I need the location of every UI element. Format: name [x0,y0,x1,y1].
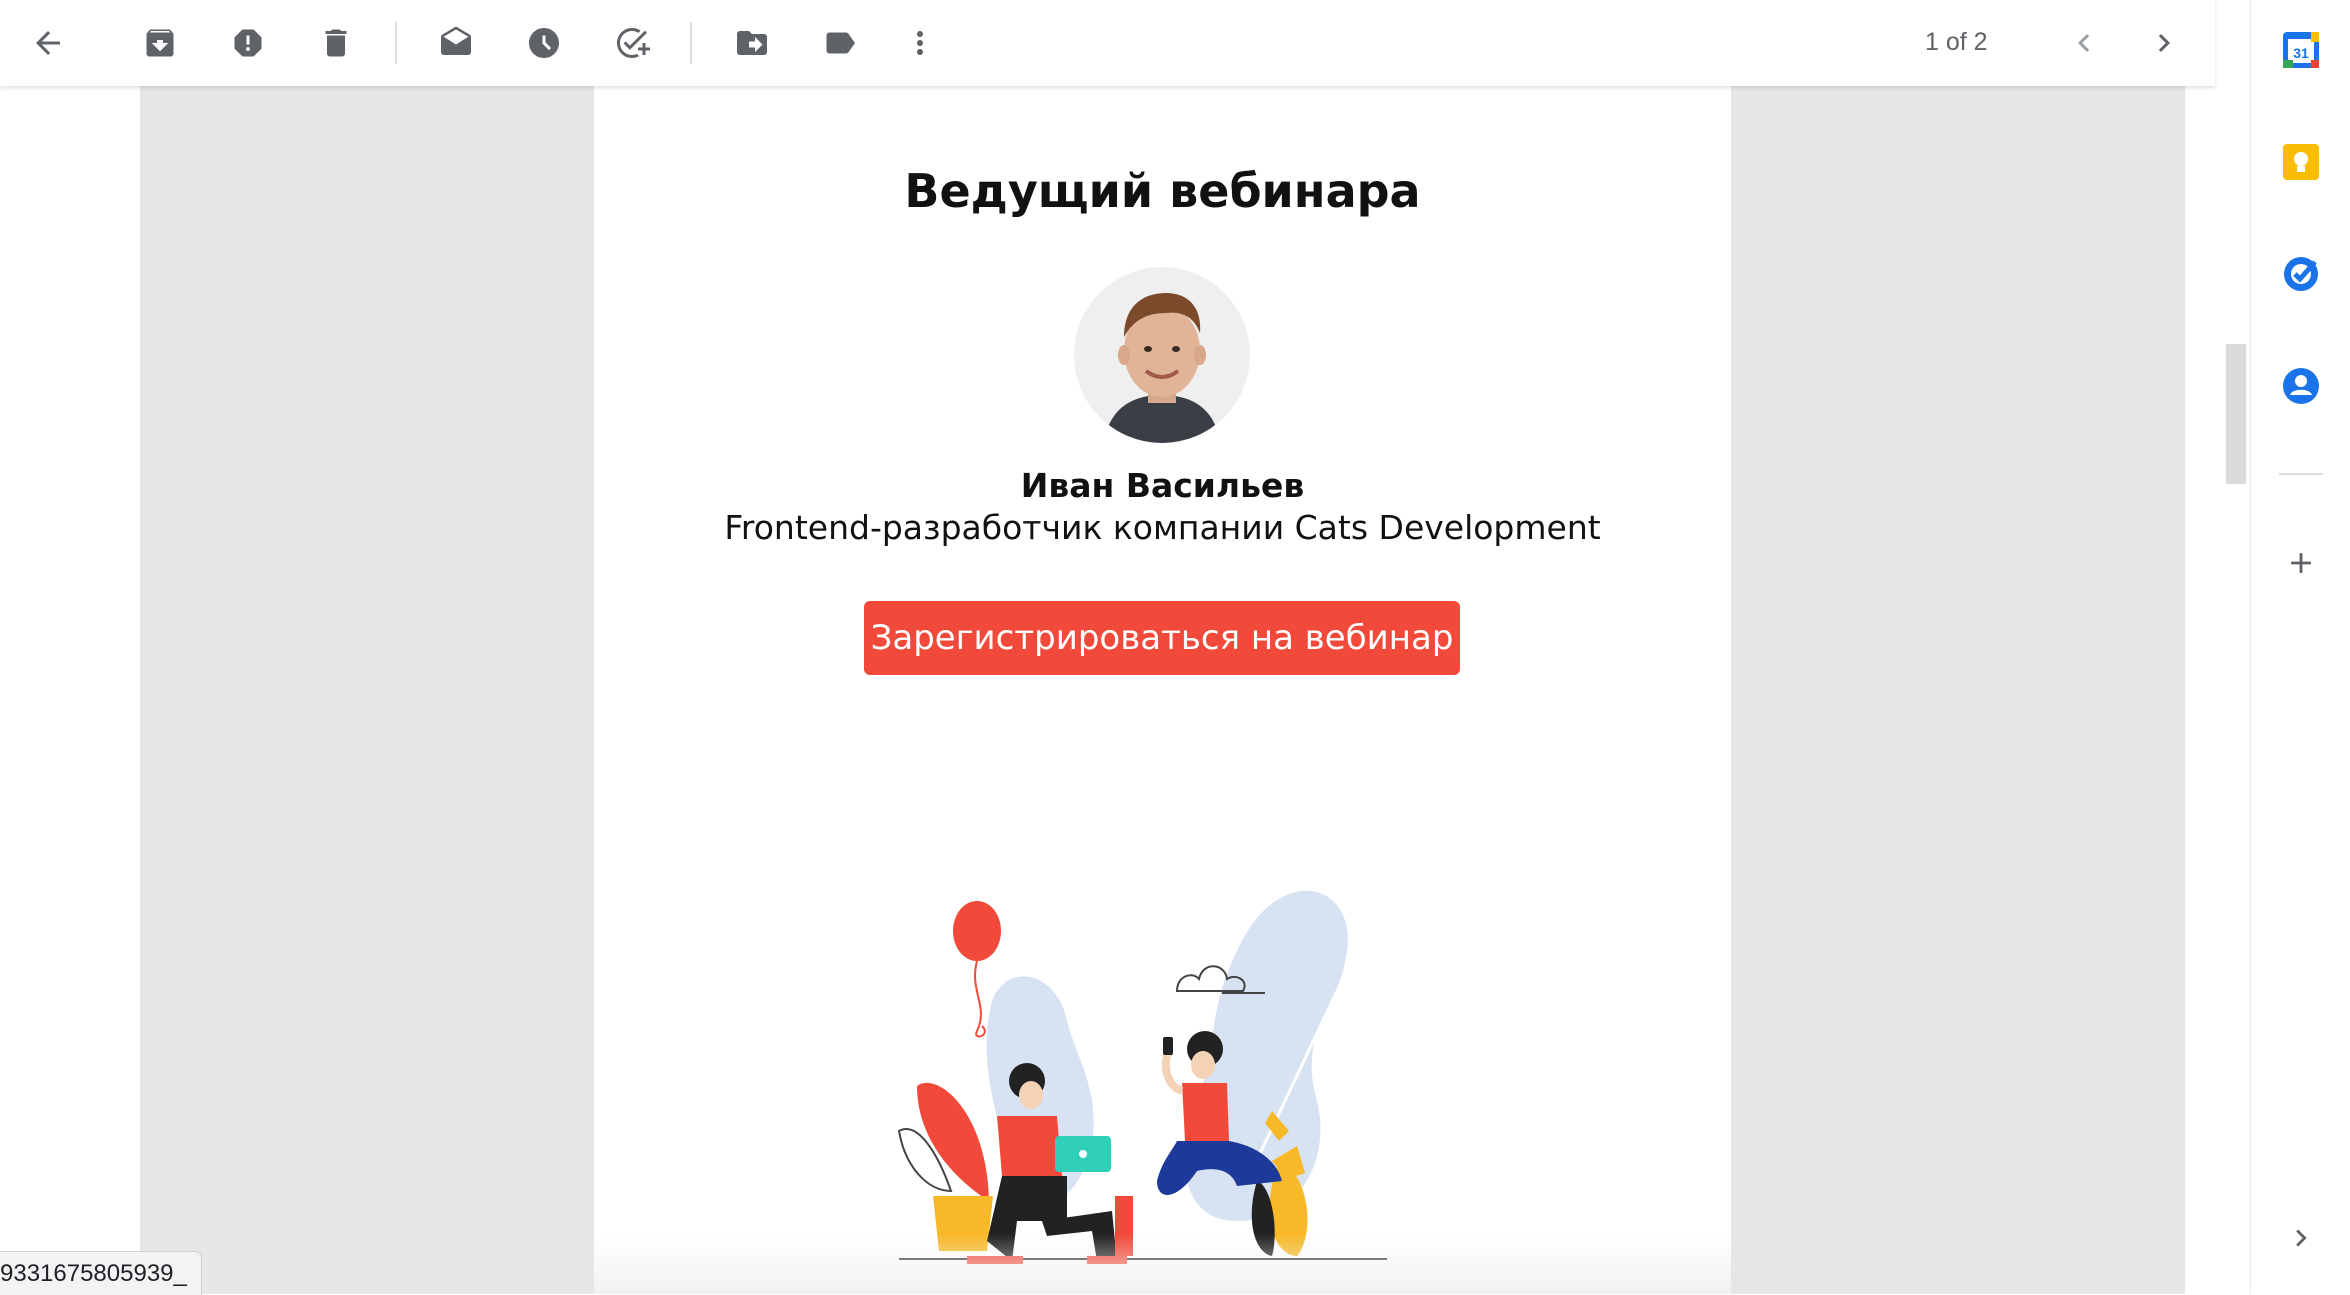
email-content-card: Ведущий вебинара Иван Васильев Frontend-… [594,86,1731,1294]
back-arrow-icon [36,31,60,55]
move-to-button[interactable] [722,13,782,73]
chevron-right-icon [2158,34,2170,52]
tasks-icon [2284,257,2318,291]
side-panel-divider [2279,473,2323,475]
host-avatar [1074,267,1250,443]
chevron-left-icon [2078,34,2090,52]
register-webinar-button[interactable]: Зарегистрироваться на вебинар [864,601,1460,675]
snooze-button[interactable] [514,13,574,73]
calendar-icon: 31 [2283,32,2319,68]
newer-message-button[interactable] [2054,13,2114,73]
message-counter: 1 of 2 [1925,28,1988,56]
host-name: Иван Васильев [1020,466,1305,505]
mark-unread-icon [441,26,471,55]
message-body: Ведущий вебинара Иван Васильев Frontend-… [0,86,2215,1294]
scrollbar-thumb[interactable] [2226,344,2246,484]
back-button[interactable] [18,13,78,73]
archive-button[interactable] [130,13,190,73]
report-spam-button[interactable] [218,13,278,73]
move-to-icon [737,31,767,55]
tasks-app-button[interactable] [2273,246,2329,302]
chevron-right-icon [2296,1229,2307,1247]
message-toolbar: 1 of 2 [0,0,2215,86]
host-portrait-image [1074,267,1250,443]
contacts-icon [2283,368,2319,404]
contacts-app-button[interactable] [2273,358,2329,414]
archive-icon [146,29,174,57]
toolbar-divider [690,22,692,64]
calendar-app-button[interactable]: 31 [2273,22,2329,78]
add-task-icon [617,28,650,58]
label-icon [826,32,855,54]
report-spam-icon [234,29,262,57]
side-panel: 31 [2250,0,2350,1294]
more-vert-icon [917,31,923,55]
calendar-day-number: 31 [2293,45,2309,61]
toolbar-divider [395,22,397,64]
webinar-host-heading: Ведущий вебинара [904,164,1421,218]
snooze-icon [529,28,559,58]
delete-icon [325,29,347,57]
delete-button[interactable] [306,13,366,73]
plus-icon [2291,553,2311,573]
older-message-button[interactable] [2134,13,2194,73]
content-fade [594,1234,1731,1294]
get-addons-button[interactable] [2273,535,2329,591]
more-options-button[interactable] [890,13,950,73]
host-role: Frontend-разработчик компании Cats Devel… [724,508,1601,547]
hide-side-panel-button[interactable] [2273,1210,2329,1266]
keep-icon [2283,144,2319,180]
scrollbar-track[interactable] [2220,86,2250,1294]
webinar-illustration [897,890,1387,1264]
label-button[interactable] [810,13,870,73]
mark-unread-button[interactable] [426,13,486,73]
keep-app-button[interactable] [2273,134,2329,190]
add-task-button[interactable] [602,13,662,73]
link-preview-status: 9331675805939_ [0,1251,202,1295]
